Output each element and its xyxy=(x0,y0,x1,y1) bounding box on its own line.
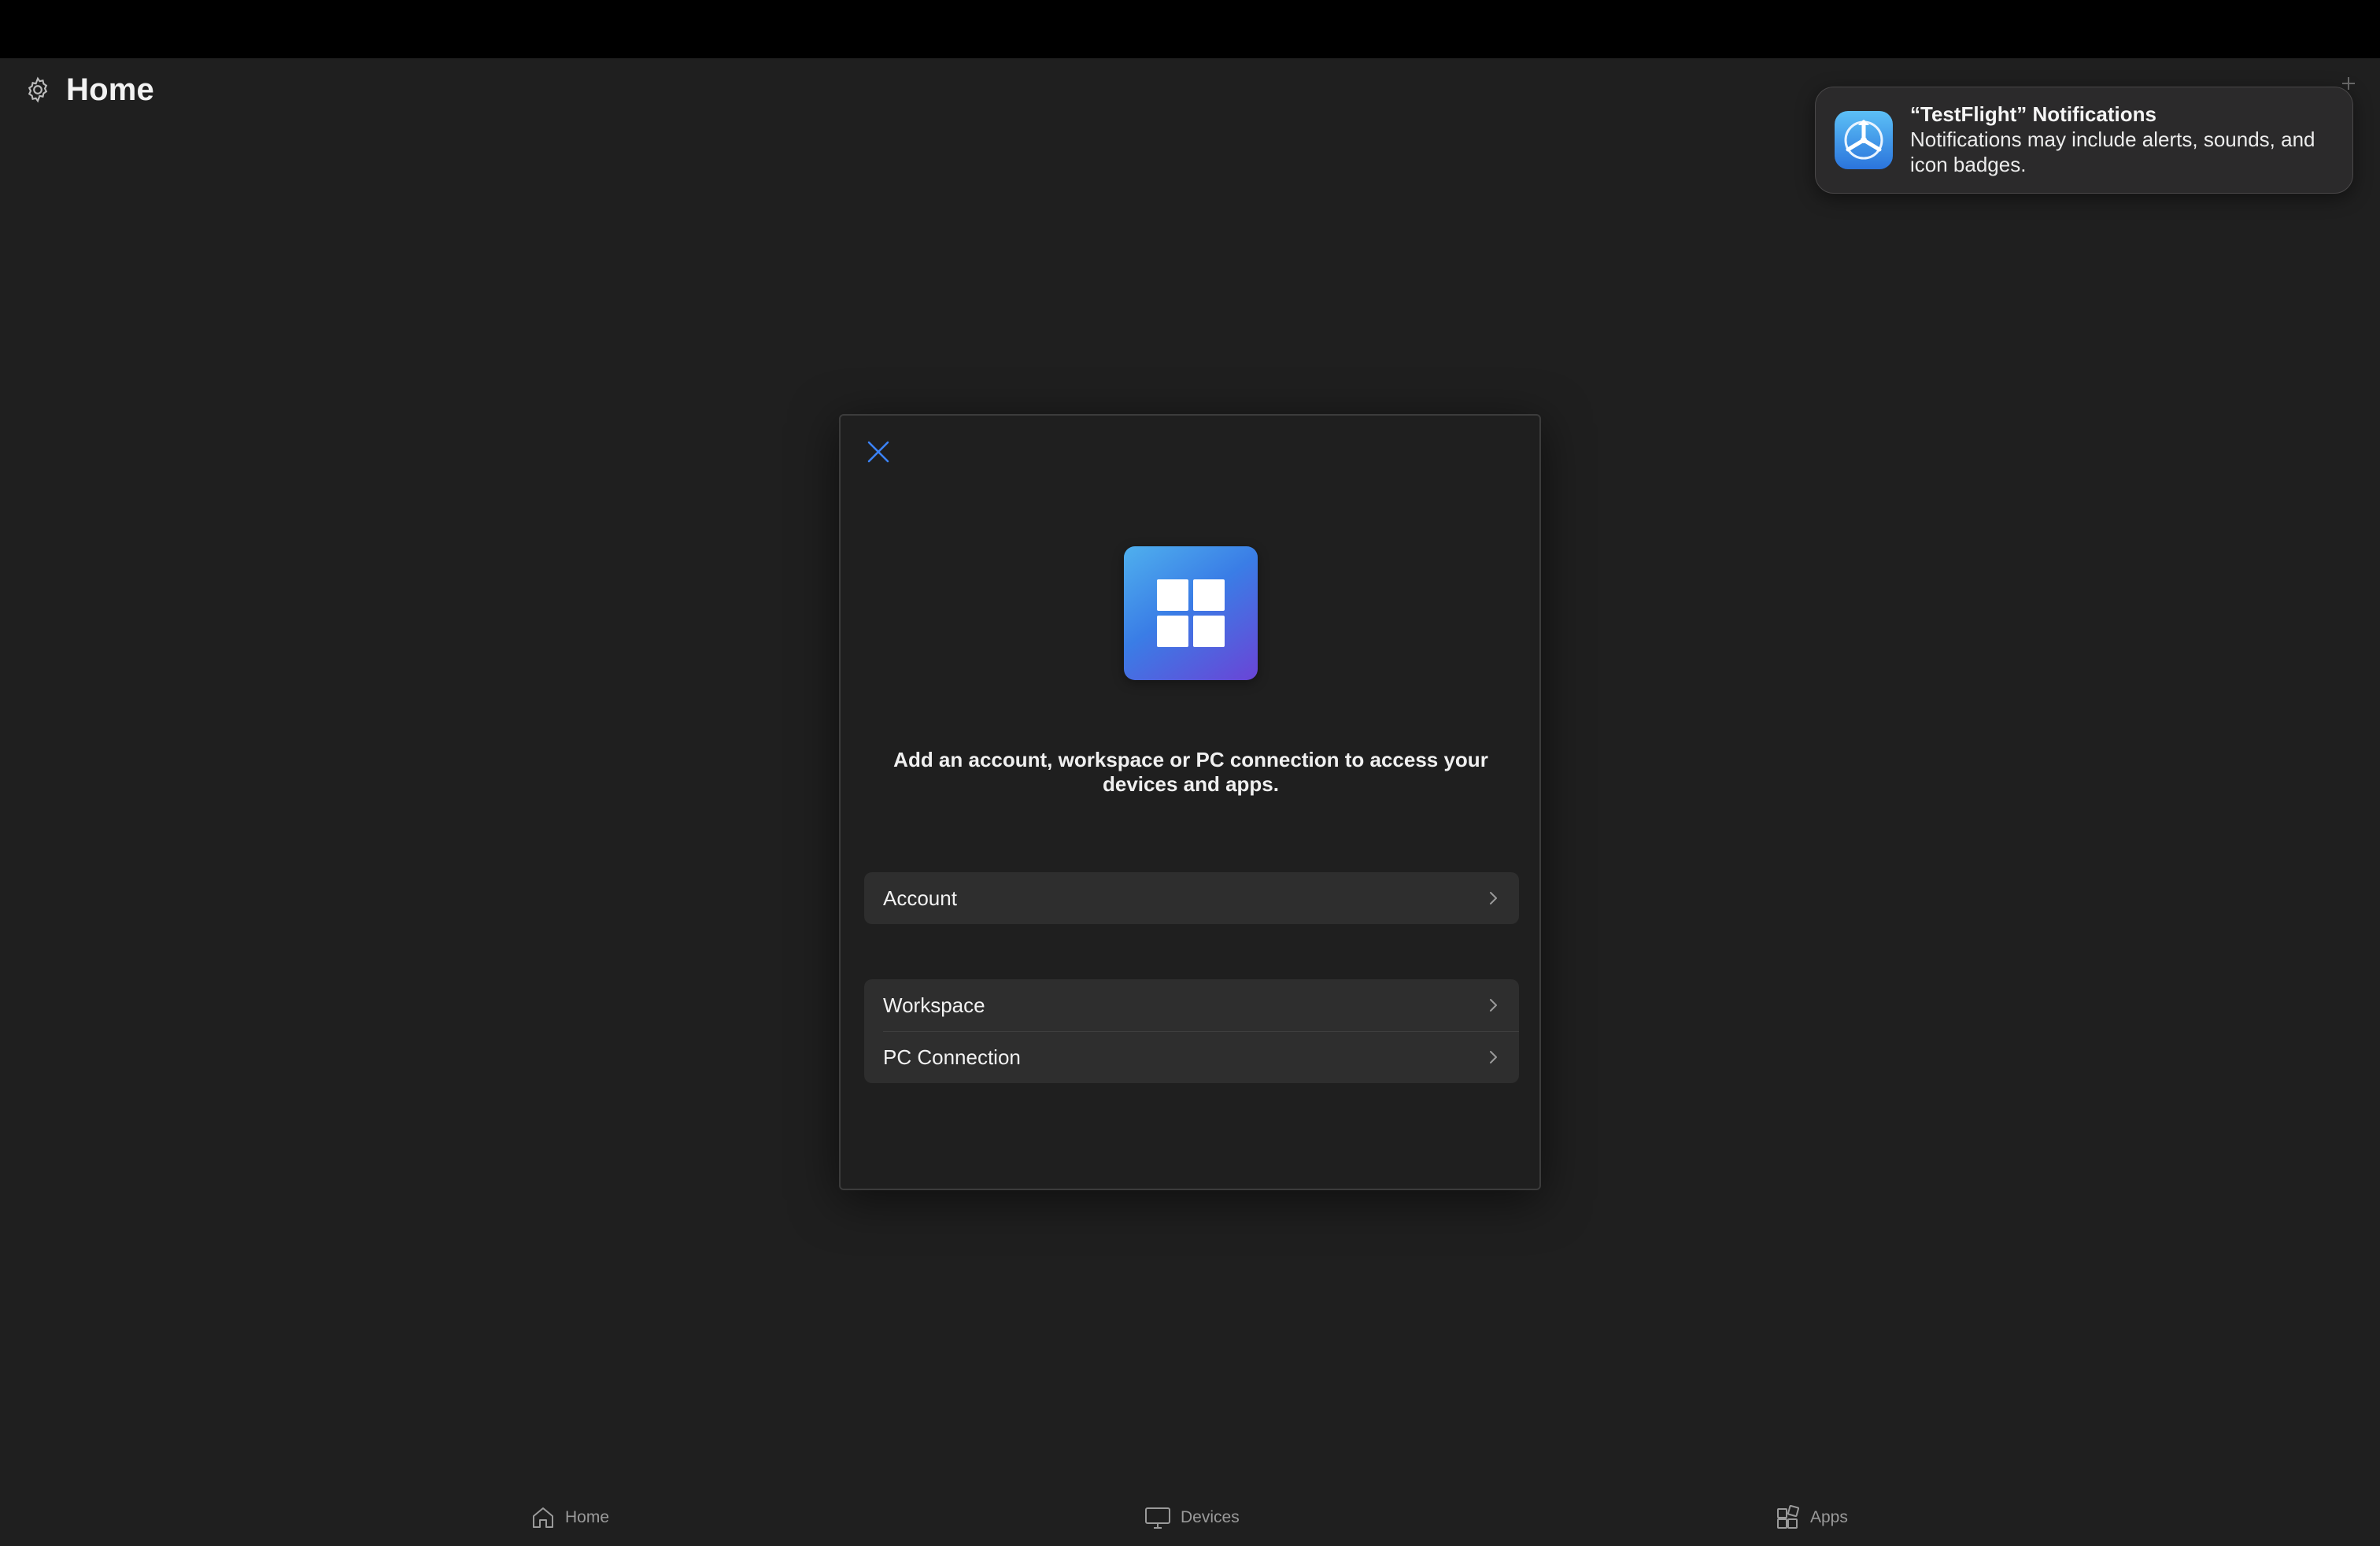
monitor-icon xyxy=(1145,1507,1170,1529)
notification-title: “TestFlight” Notifications xyxy=(1910,102,2156,126)
tab-home[interactable]: Home xyxy=(530,1503,609,1532)
account-option[interactable]: Account xyxy=(864,872,1519,924)
app-window: Home “TestFlight” Notifications Notifica… xyxy=(0,0,2380,1546)
tab-devices[interactable]: Devices xyxy=(1144,1503,1240,1532)
windows-logo-icon xyxy=(1124,546,1258,680)
tab-apps[interactable]: Apps xyxy=(1776,1503,1848,1532)
dialog-prompt: Add an account, workspace or PC connecti… xyxy=(893,748,1488,796)
house-icon xyxy=(533,1507,553,1528)
workspace-option[interactable]: Workspace xyxy=(864,979,1519,1031)
option-label: Account xyxy=(883,886,957,910)
pc-connection-option[interactable]: PC Connection xyxy=(864,1031,1519,1083)
add-connection-dialog: Add an account, workspace or PC connecti… xyxy=(839,414,1541,1190)
tab-label: Devices xyxy=(1181,1508,1240,1526)
option-group-connections: Workspace PC Connection xyxy=(864,979,1519,1083)
chevron-right-icon xyxy=(1490,999,1497,1012)
page-header: Home xyxy=(22,68,154,112)
chevron-right-icon xyxy=(1490,892,1497,904)
testflight-icon xyxy=(1835,111,1893,169)
chevron-right-icon xyxy=(1490,1051,1497,1063)
apps-grid-icon xyxy=(1777,1505,1800,1529)
bottom-tab-bar: Home Devices Apps xyxy=(0,1496,2380,1546)
notification-text: “TestFlight” Notifications Notifications… xyxy=(1910,102,2335,177)
option-label: Workspace xyxy=(883,993,985,1017)
notification-banner[interactable]: “TestFlight” Notifications Notifications… xyxy=(1815,87,2353,194)
tab-label: Apps xyxy=(1810,1508,1848,1526)
gear-icon[interactable] xyxy=(22,74,54,105)
close-icon[interactable] xyxy=(863,436,894,468)
option-group-account: Account xyxy=(864,872,1519,924)
page-title: Home xyxy=(66,72,154,107)
option-label: PC Connection xyxy=(883,1045,1021,1069)
notification-body: Notifications may include alerts, sounds… xyxy=(1910,128,2315,176)
menu-bar xyxy=(0,0,2380,58)
tab-label: Home xyxy=(565,1508,610,1526)
